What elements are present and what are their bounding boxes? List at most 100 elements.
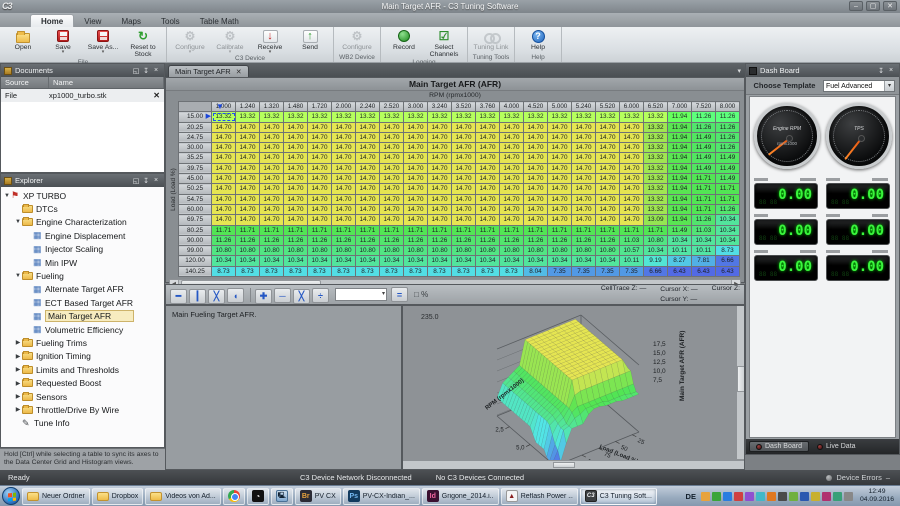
afr-cell[interactable]: 8.73	[236, 266, 260, 276]
afr-cell[interactable]: 11.71	[476, 225, 500, 235]
afr-cell[interactable]: 8.73	[500, 266, 524, 276]
afr-cell[interactable]: 11.26	[716, 143, 740, 153]
afr-cell[interactable]: 11.71	[692, 174, 716, 184]
afr-cell[interactable]: 14.70	[236, 132, 260, 142]
tree-expanded-icon[interactable]: ▼	[3, 193, 11, 199]
afr-cell[interactable]: 14.70	[356, 122, 380, 132]
afr-cell[interactable]: 14.70	[500, 204, 524, 214]
afr-cell[interactable]: 10.34	[452, 256, 476, 266]
afr-cell[interactable]: 10.80	[596, 246, 620, 256]
tray-app-icon[interactable]	[778, 492, 787, 501]
smooth-icon[interactable]: ◖	[227, 288, 244, 303]
afr-cell[interactable]: 11.26	[716, 112, 740, 122]
afr-cell[interactable]: 13.32	[644, 143, 668, 153]
afr-cell[interactable]: 10.80	[236, 246, 260, 256]
afr-cell[interactable]: 14.70	[308, 174, 332, 184]
afr-cell[interactable]: 6.43	[668, 266, 692, 276]
afr-cell[interactable]: 10.80	[500, 246, 524, 256]
afr-cell[interactable]: 14.70	[452, 204, 476, 214]
afr-cell[interactable]: 13.32	[644, 153, 668, 163]
value-combo-box[interactable]	[335, 288, 387, 301]
afr-cell[interactable]: 14.70	[380, 153, 404, 163]
afr-cell[interactable]: 13.32	[452, 112, 476, 122]
tray-app-icon[interactable]	[745, 492, 754, 501]
afr-cell[interactable]: 14.70	[476, 194, 500, 204]
afr-cell[interactable]: 14.70	[620, 132, 644, 142]
afr-cell[interactable]: 11.26	[308, 235, 332, 245]
afr-cell[interactable]: 14.70	[332, 132, 356, 142]
afr-cell[interactable]: 14.70	[356, 204, 380, 214]
afr-cell[interactable]: 11.26	[284, 235, 308, 245]
afr-cell[interactable]: 10.34	[716, 215, 740, 225]
afr-cell[interactable]: 14.70	[476, 153, 500, 163]
afr-cell[interactable]: 11.71	[284, 225, 308, 235]
afr-cell[interactable]: 13.32	[644, 122, 668, 132]
afr-cell[interactable]: 10.34	[332, 256, 356, 266]
afr-cell[interactable]: 10.11	[620, 256, 644, 266]
afr-cell[interactable]: 11.71	[524, 225, 548, 235]
tray-app-icon[interactable]	[811, 492, 820, 501]
afr-cell[interactable]: 14.70	[620, 143, 644, 153]
afr-cell[interactable]: 11.49	[692, 163, 716, 173]
send-button[interactable]: ↑Send	[290, 28, 330, 54]
afr-cell[interactable]: 14.70	[380, 184, 404, 194]
afr-cell[interactable]: 11.94	[668, 143, 692, 153]
afr-cell[interactable]: 10.11	[692, 246, 716, 256]
afr-cell[interactable]: 6.43	[692, 266, 716, 276]
col-header-7.520[interactable]: 7.520	[692, 102, 716, 112]
afr-cell[interactable]: 14.70	[572, 174, 596, 184]
afr-cell[interactable]: 13.32	[644, 163, 668, 173]
afr-cell[interactable]: 14.70	[212, 194, 236, 204]
afr-cell[interactable]: 14.70	[500, 122, 524, 132]
pin-icon[interactable]: ↧	[141, 67, 151, 75]
row-header-80.25[interactable]: 80.25	[179, 225, 212, 235]
afr-cell[interactable]: 14.70	[428, 215, 452, 225]
afr-cell[interactable]: 8.73	[260, 266, 284, 276]
afr-cell[interactable]: 14.70	[356, 153, 380, 163]
dropdown-arrow-icon[interactable]: ▾	[189, 51, 192, 54]
afr-cell[interactable]: 10.80	[284, 246, 308, 256]
afr-cell[interactable]: 11.26	[716, 204, 740, 214]
afr-cell[interactable]: 14.70	[332, 174, 356, 184]
afr-cell[interactable]: 14.70	[548, 132, 572, 142]
afr-cell[interactable]: 10.34	[596, 256, 620, 266]
afr-cell[interactable]: 13.32	[620, 112, 644, 122]
tree-collapsed-icon[interactable]: ▶	[14, 393, 22, 400]
afr-cell[interactable]: 14.70	[404, 163, 428, 173]
col-header-3.240[interactable]: 3.240	[428, 102, 452, 112]
tab-list-dropdown-icon[interactable]: ▾	[737, 67, 741, 75]
afr-cell[interactable]: 14.70	[476, 163, 500, 173]
afr-cell[interactable]: 11.71	[548, 225, 572, 235]
afr-cell[interactable]: 10.80	[572, 246, 596, 256]
ribbon-tab-table-math[interactable]: Table Math	[190, 15, 249, 27]
afr-cell[interactable]: 14.70	[260, 122, 284, 132]
open-button[interactable]: Open	[3, 28, 43, 58]
afr-cell[interactable]: 11.26	[524, 235, 548, 245]
afr-cell[interactable]: 10.34	[716, 235, 740, 245]
afr-cell[interactable]: 14.70	[572, 143, 596, 153]
afr-cell[interactable]: 14.70	[428, 174, 452, 184]
row-header-35.25[interactable]: 35.25	[179, 153, 212, 163]
tree-item-requested-boost[interactable]: ▶Requested Boost	[1, 376, 164, 389]
afr-cell[interactable]: 14.70	[452, 122, 476, 132]
afr-cell[interactable]: 11.26	[548, 235, 572, 245]
multiply-icon[interactable]: ╳	[293, 289, 310, 304]
window-position-icon[interactable]: ◱	[131, 67, 141, 75]
afr-cell[interactable]: 11.94	[668, 163, 692, 173]
afr-cell[interactable]: 8.73	[212, 266, 236, 276]
afr-cell[interactable]: 13.32	[332, 112, 356, 122]
tray-app-icon[interactable]	[712, 492, 721, 501]
taskbar-item-pv-cx[interactable]: BrPV CX	[295, 488, 341, 505]
afr-cell[interactable]: 14.70	[284, 184, 308, 194]
afr-cell[interactable]: 14.70	[284, 194, 308, 204]
afr-cell[interactable]: 14.70	[380, 132, 404, 142]
afr-cell[interactable]: 14.70	[548, 153, 572, 163]
afr-cell[interactable]: 10.80	[404, 246, 428, 256]
tree-item-engine-displacement[interactable]: ▦Engine Displacement	[1, 229, 164, 242]
row-header-120.00[interactable]: 120.00	[179, 256, 212, 266]
afr-cell[interactable]: 11.49	[692, 143, 716, 153]
add-icon[interactable]: ✚	[255, 289, 272, 304]
afr-cell[interactable]: 13.32	[644, 132, 668, 142]
afr-cell[interactable]: 14.70	[260, 143, 284, 153]
afr-cell[interactable]: 11.26	[716, 122, 740, 132]
